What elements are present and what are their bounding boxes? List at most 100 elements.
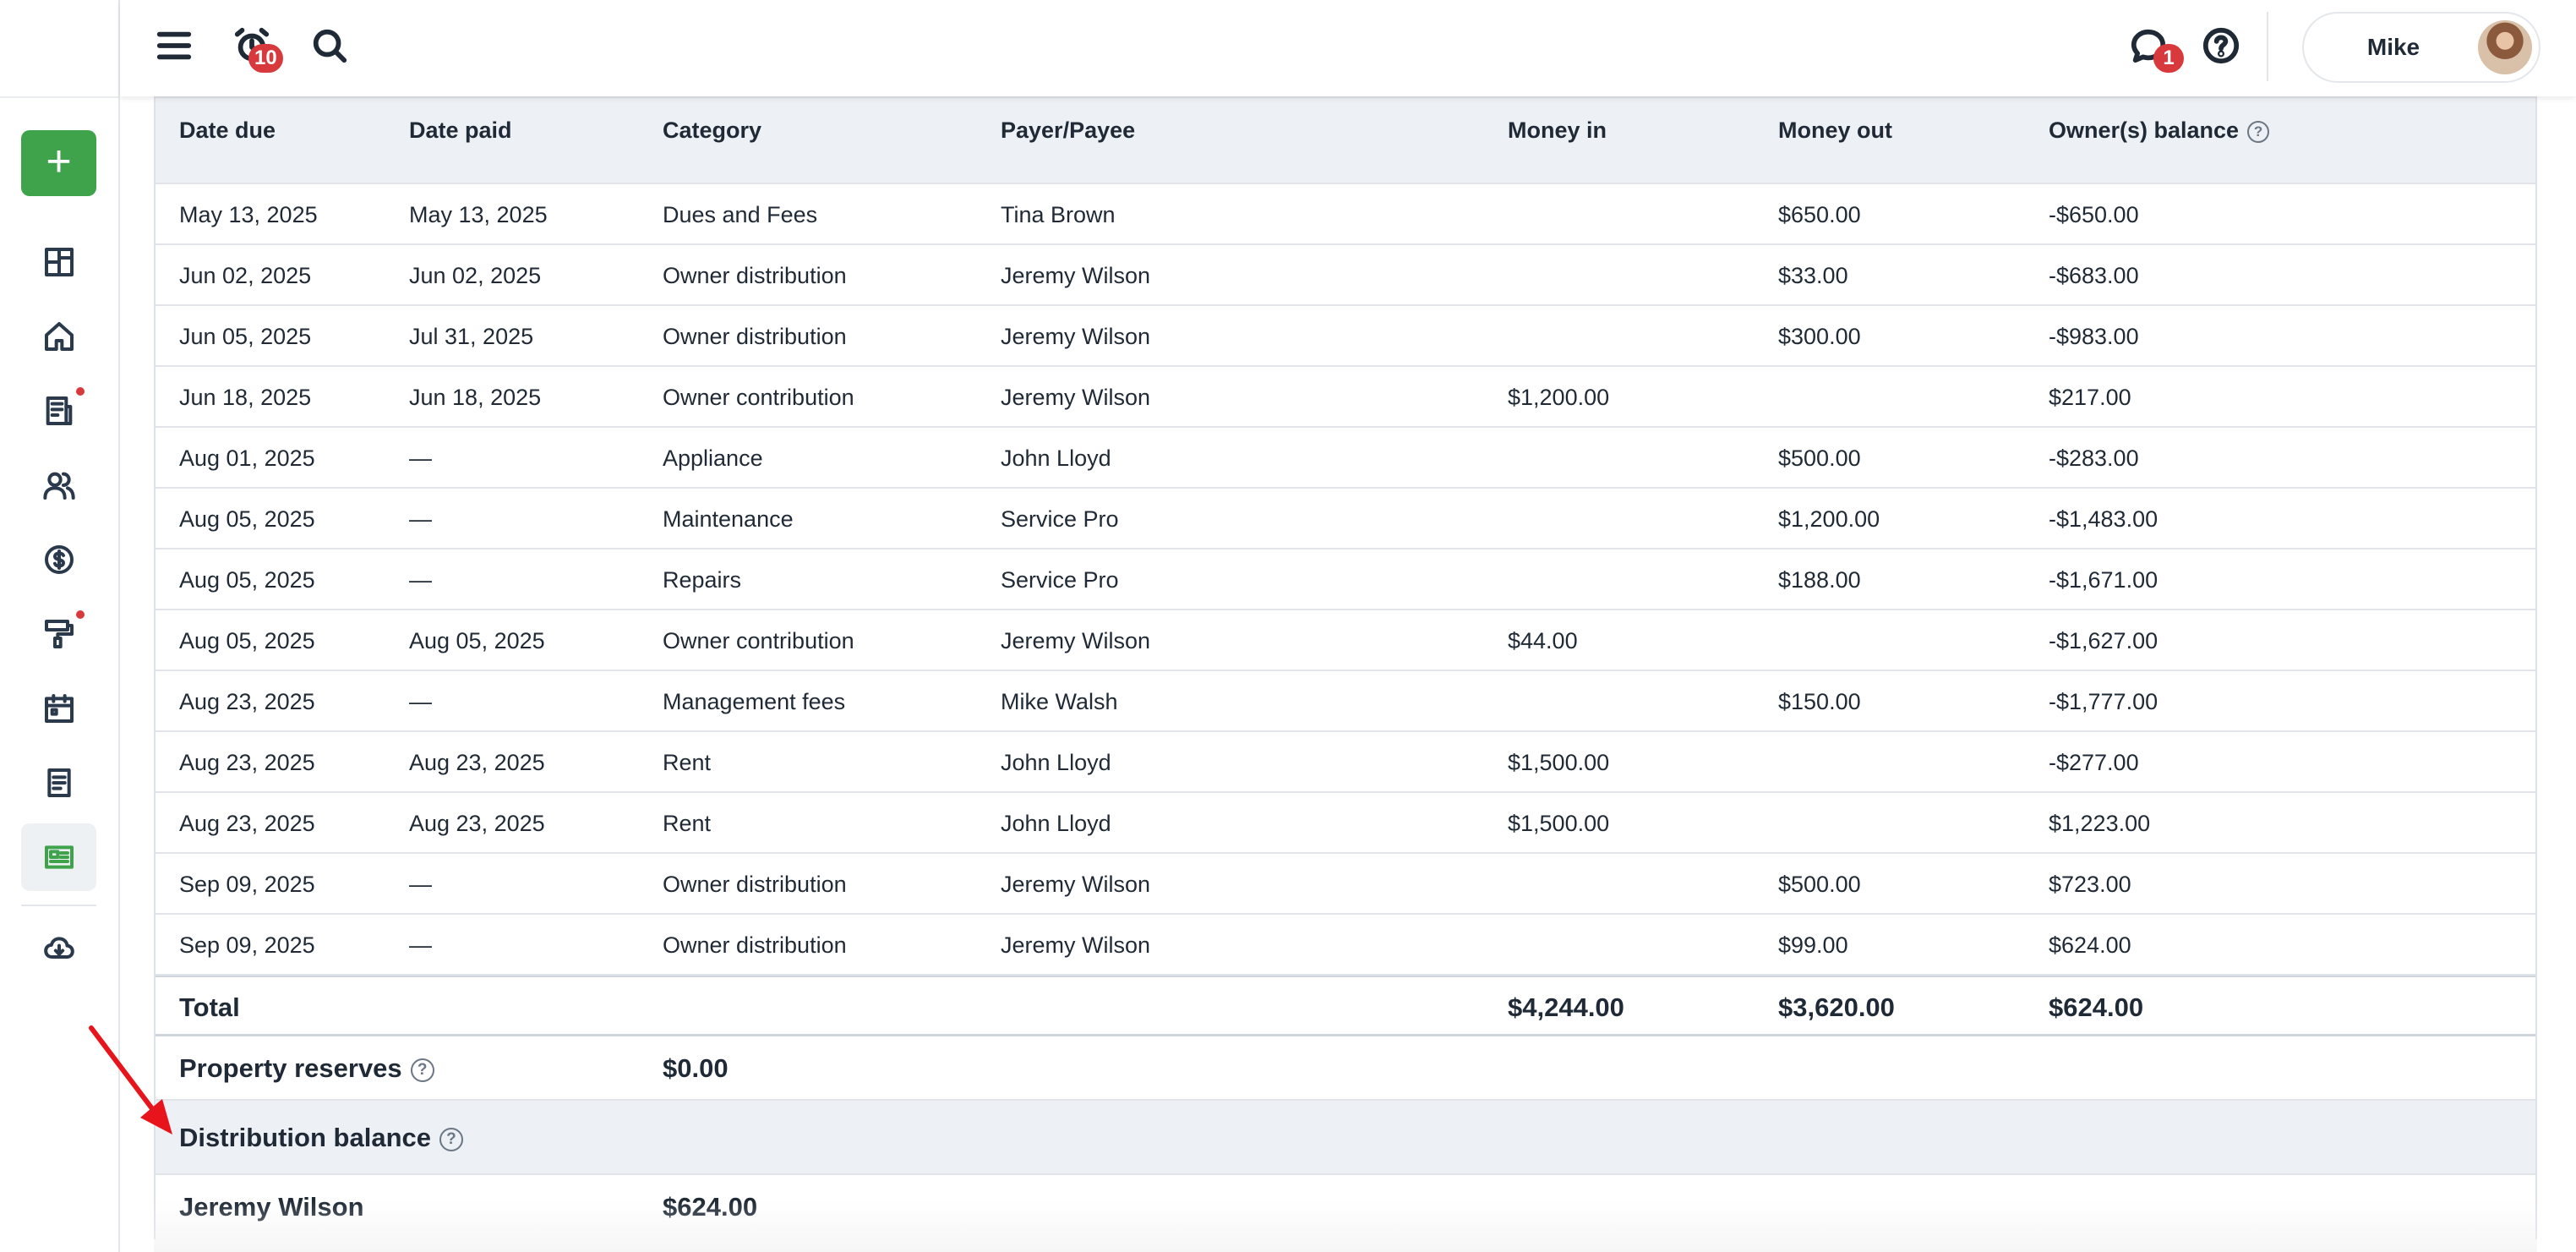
table-row[interactable]: Sep 09, 2025 — Owner distribution Jeremy Wi… — [156, 854, 2535, 915]
cell-category: Rent — [663, 811, 712, 836]
table-row[interactable]: Aug 23, 2025 — Management fees Mike Walsh $1… — [156, 671, 2535, 732]
cell-balance: -$277.00 — [2049, 750, 2139, 775]
cell-payer: Jeremy Wilson — [1001, 628, 1151, 653]
table-row[interactable]: Jun 05, 2025 Jul 31, 2025 Owner distributi… — [156, 306, 2535, 367]
cell-category: Appliance — [663, 446, 763, 471]
header-money-in[interactable]: Money in — [1508, 100, 1607, 161]
help-icon[interactable]: ? — [410, 1058, 434, 1082]
total-money-out: $3,620.00 — [1778, 992, 1895, 1022]
dashboard-icon — [44, 248, 74, 276]
cell-date-paid: — — [409, 932, 432, 958]
cell-category: Dues and Fees — [663, 202, 818, 227]
table-row[interactable]: Aug 05, 2025 — Repairs Service Pro $188.00 -$… — [156, 549, 2535, 610]
calendar-icon — [44, 694, 74, 723]
home-icon — [44, 322, 74, 351]
cell-date-paid: — — [409, 506, 432, 532]
sidebar-item-properties[interactable] — [21, 303, 96, 370]
sidebar-item-leases[interactable] — [21, 377, 96, 445]
cell-category: Maintenance — [663, 506, 794, 532]
sidebar-item-dashboard[interactable] — [21, 228, 96, 296]
cell-date-due: Aug 05, 2025 — [179, 567, 315, 593]
cell-payer: John Lloyd — [1001, 446, 1111, 471]
transactions-table: Date due Date paid Category Payer/Payee … — [154, 96, 2537, 1239]
cell-balance: $217.00 — [2049, 385, 2131, 410]
table-row[interactable]: Aug 01, 2025 — Appliance John Lloyd $500.00 -… — [156, 428, 2535, 489]
distribution-balance: Distribution balance? — [179, 1101, 463, 1175]
cell-date-paid: — — [409, 567, 432, 593]
header-category[interactable]: Category — [663, 100, 761, 161]
table-row[interactable]: Aug 05, 2025 Aug 05, 2025 Owner contributi… — [156, 610, 2535, 671]
property-reserves: Property reserves? — [179, 1036, 434, 1101]
dollar-circle-icon — [44, 545, 74, 574]
table-row[interactable]: Aug 23, 2025 Aug 23, 2025 Rent John Lloyd $1… — [156, 793, 2535, 854]
cell-date-due: Sep 09, 2025 — [179, 872, 315, 897]
cell-date-paid: — — [409, 446, 432, 471]
people-icon — [42, 472, 75, 500]
help-icon[interactable]: ? — [2247, 120, 2270, 143]
cell-date-due: Aug 01, 2025 — [179, 446, 315, 471]
sidebar-item-calendar[interactable] — [21, 675, 96, 742]
table-row[interactable]: Sep 09, 2025 — Owner distribution Jeremy Wi… — [156, 915, 2535, 976]
cell-money-out: $500.00 — [1778, 872, 1861, 897]
table-row[interactable]: May 13, 2025 May 13, 2025 Dues and Fees Tin… — [156, 184, 2535, 245]
help-button[interactable] — [2196, 20, 2246, 71]
cell-date-paid: Aug 23, 2025 — [409, 750, 545, 775]
help-icon[interactable]: ? — [439, 1127, 463, 1151]
statement-content: Date due Date paid Category Payer/Payee … — [154, 96, 2537, 1252]
table-header: Date due Date paid Category Payer/Payee … — [156, 96, 2535, 184]
header-date-due[interactable]: Date due — [179, 100, 276, 161]
distribution-balance-header: Distribution balance? — [156, 1101, 2535, 1175]
header-payer[interactable]: Payer/Payee — [1001, 100, 1135, 161]
cell-money-out: $1,200.00 — [1778, 506, 1880, 532]
cell-date-due: Sep 09, 2025 — [179, 932, 315, 958]
cell-balance: -$1,483.00 — [2049, 506, 2158, 532]
sidebar-item-maintenance[interactable] — [21, 600, 96, 668]
sidebar-item-reports[interactable] — [21, 749, 96, 817]
cell-money-out: $150.00 — [1778, 689, 1861, 714]
header-owner-balance[interactable]: Owner(s) balance? — [2049, 100, 2270, 161]
cell-money-out: $188.00 — [1778, 567, 1861, 593]
cell-money-out: $33.00 — [1778, 263, 1848, 288]
table-row[interactable]: Jun 18, 2025 Jun 18, 2025 Owner contributi… — [156, 367, 2535, 428]
cloud-download-icon — [43, 937, 74, 959]
messages-badge: 1 — [2153, 44, 2184, 73]
cell-balance: -$283.00 — [2049, 446, 2139, 471]
menu-button[interactable] — [149, 20, 199, 71]
cell-date-due: Aug 23, 2025 — [179, 750, 315, 775]
total-label: Total — [179, 992, 240, 1022]
cell-category: Owner distribution — [663, 932, 847, 958]
sidebar-item-accounting[interactable] — [21, 526, 96, 593]
property-reserves-row: Property reserves? $0.00 — [156, 1036, 2535, 1101]
cell-date-due: Jun 18, 2025 — [179, 385, 312, 410]
cell-balance: -$1,671.00 — [2049, 567, 2158, 593]
header-date-paid[interactable]: Date paid — [409, 100, 512, 161]
cell-payer: Tina Brown — [1001, 202, 1116, 227]
header-money-out[interactable]: Money out — [1778, 100, 1892, 161]
search-button[interactable] — [304, 20, 355, 71]
cell-payer: Jeremy Wilson — [1001, 324, 1151, 349]
cell-money-in: $44.00 — [1508, 628, 1578, 653]
paint-roller-icon — [44, 620, 74, 648]
table-row[interactable]: Jun 02, 2025 Jun 02, 2025 Owner distributi… — [156, 245, 2535, 306]
total-balance: $624.00 — [2049, 992, 2144, 1022]
cell-balance: -$983.00 — [2049, 324, 2139, 349]
notification-dot — [76, 610, 85, 619]
help-circle-icon — [2202, 27, 2240, 64]
cell-balance: -$1,627.00 — [2049, 628, 2158, 653]
sidebar-item-people[interactable] — [21, 451, 96, 519]
cell-balance: $1,223.00 — [2049, 811, 2151, 836]
table-row[interactable]: Aug 05, 2025 — Maintenance Service Pro $1,20… — [156, 489, 2535, 549]
document-building-icon — [46, 396, 72, 425]
cell-balance: -$1,777.00 — [2049, 689, 2158, 714]
cell-date-due: Aug 23, 2025 — [179, 811, 315, 836]
sidebar-item-download[interactable] — [21, 915, 96, 982]
table-row[interactable]: Aug 23, 2025 Aug 23, 2025 Rent John Lloyd $1… — [156, 732, 2535, 793]
sidebar-item-statements[interactable] — [21, 823, 96, 891]
cell-money-out: $300.00 — [1778, 324, 1861, 349]
annotation-arrow-icon — [89, 1025, 172, 1134]
user-menu[interactable]: Mike — [2302, 12, 2541, 83]
cell-date-due: Aug 05, 2025 — [179, 506, 315, 532]
add-button[interactable]: + — [21, 130, 96, 196]
cell-date-due: Jun 02, 2025 — [179, 263, 312, 288]
cell-money-in: $1,500.00 — [1508, 811, 1610, 836]
